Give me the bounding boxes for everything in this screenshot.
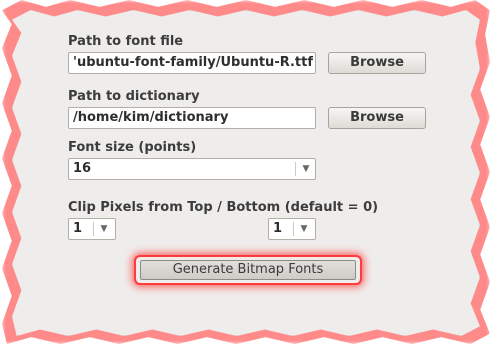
generate-bitmap-fonts-button[interactable]: Generate Bitmap Fonts [140,260,356,280]
font-size-select[interactable]: 16 ▼ [68,158,316,180]
font-size-value: 16 [73,161,92,176]
clip-top-value: 1 [73,221,83,236]
chevron-down-icon: ▼ [302,164,310,174]
clip-bottom-value: 1 [273,221,283,236]
dictionary-input[interactable]: /home/kim/dictionary [68,107,316,129]
chevron-down-icon: ▼ [100,224,108,234]
dictionary-browse-button[interactable]: Browse [328,107,426,129]
clip-label: Clip Pixels from Top / Bottom (default =… [68,200,379,215]
clip-bottom-select[interactable]: 1 ▼ [268,218,316,240]
screenshot-frame: Path to font file 'ubuntu-font-family/Ub… [0,0,492,346]
combo-separator [293,222,294,236]
combo-separator [295,162,296,176]
chevron-down-icon: ▼ [300,224,308,234]
combo-separator [93,222,94,236]
clip-top-select[interactable]: 1 ▼ [68,218,116,240]
font-file-browse-button[interactable]: Browse [328,52,426,74]
font-file-input[interactable]: 'ubuntu-font-family/Ubuntu-R.ttf [68,52,316,74]
font-size-label: Font size (points) [68,140,197,155]
font-file-label: Path to font file [68,34,184,49]
dictionary-label: Path to dictionary [68,89,200,104]
